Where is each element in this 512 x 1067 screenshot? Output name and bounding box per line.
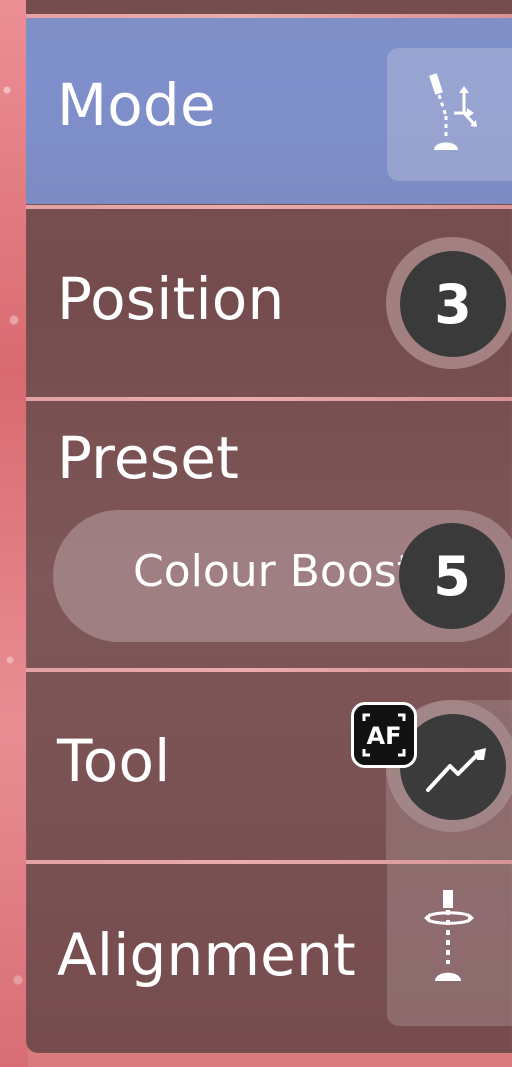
position-label: Position [57, 265, 285, 333]
tool-row[interactable]: Tool AF [26, 672, 512, 860]
settings-panel: Mode Position 3 Preset Colour Boost 5 To… [26, 0, 512, 1053]
mode-row[interactable]: Mode [26, 18, 512, 204]
background-strip [0, 0, 28, 1067]
mode-button[interactable] [387, 48, 512, 181]
tool-label: Tool [57, 727, 171, 795]
preset-selector[interactable]: Colour Boost 5 [53, 510, 512, 642]
autofocus-badge-text: AF [367, 722, 402, 750]
alignment-label: Alignment [57, 921, 356, 989]
position-value-badge[interactable]: 3 [400, 251, 506, 357]
preset-selected-label: Colour Boost [133, 546, 414, 597]
autofocus-icon: AF [362, 713, 406, 757]
autofocus-badge: AF [351, 702, 417, 768]
top-panel-stub [26, 0, 512, 14]
preset-label: Preset [57, 424, 240, 492]
preset-value-badge: 5 [399, 523, 505, 629]
tool-icon [426, 748, 486, 792]
alignment-icon [424, 890, 474, 981]
position-row[interactable]: Position 3 [26, 209, 512, 397]
alignment-button[interactable] [387, 864, 512, 1026]
mode-label: Mode [57, 71, 216, 139]
preset-row[interactable]: Preset Colour Boost 5 [26, 401, 512, 668]
alignment-row[interactable]: Alignment [26, 864, 512, 1053]
mode-icon [429, 73, 477, 150]
